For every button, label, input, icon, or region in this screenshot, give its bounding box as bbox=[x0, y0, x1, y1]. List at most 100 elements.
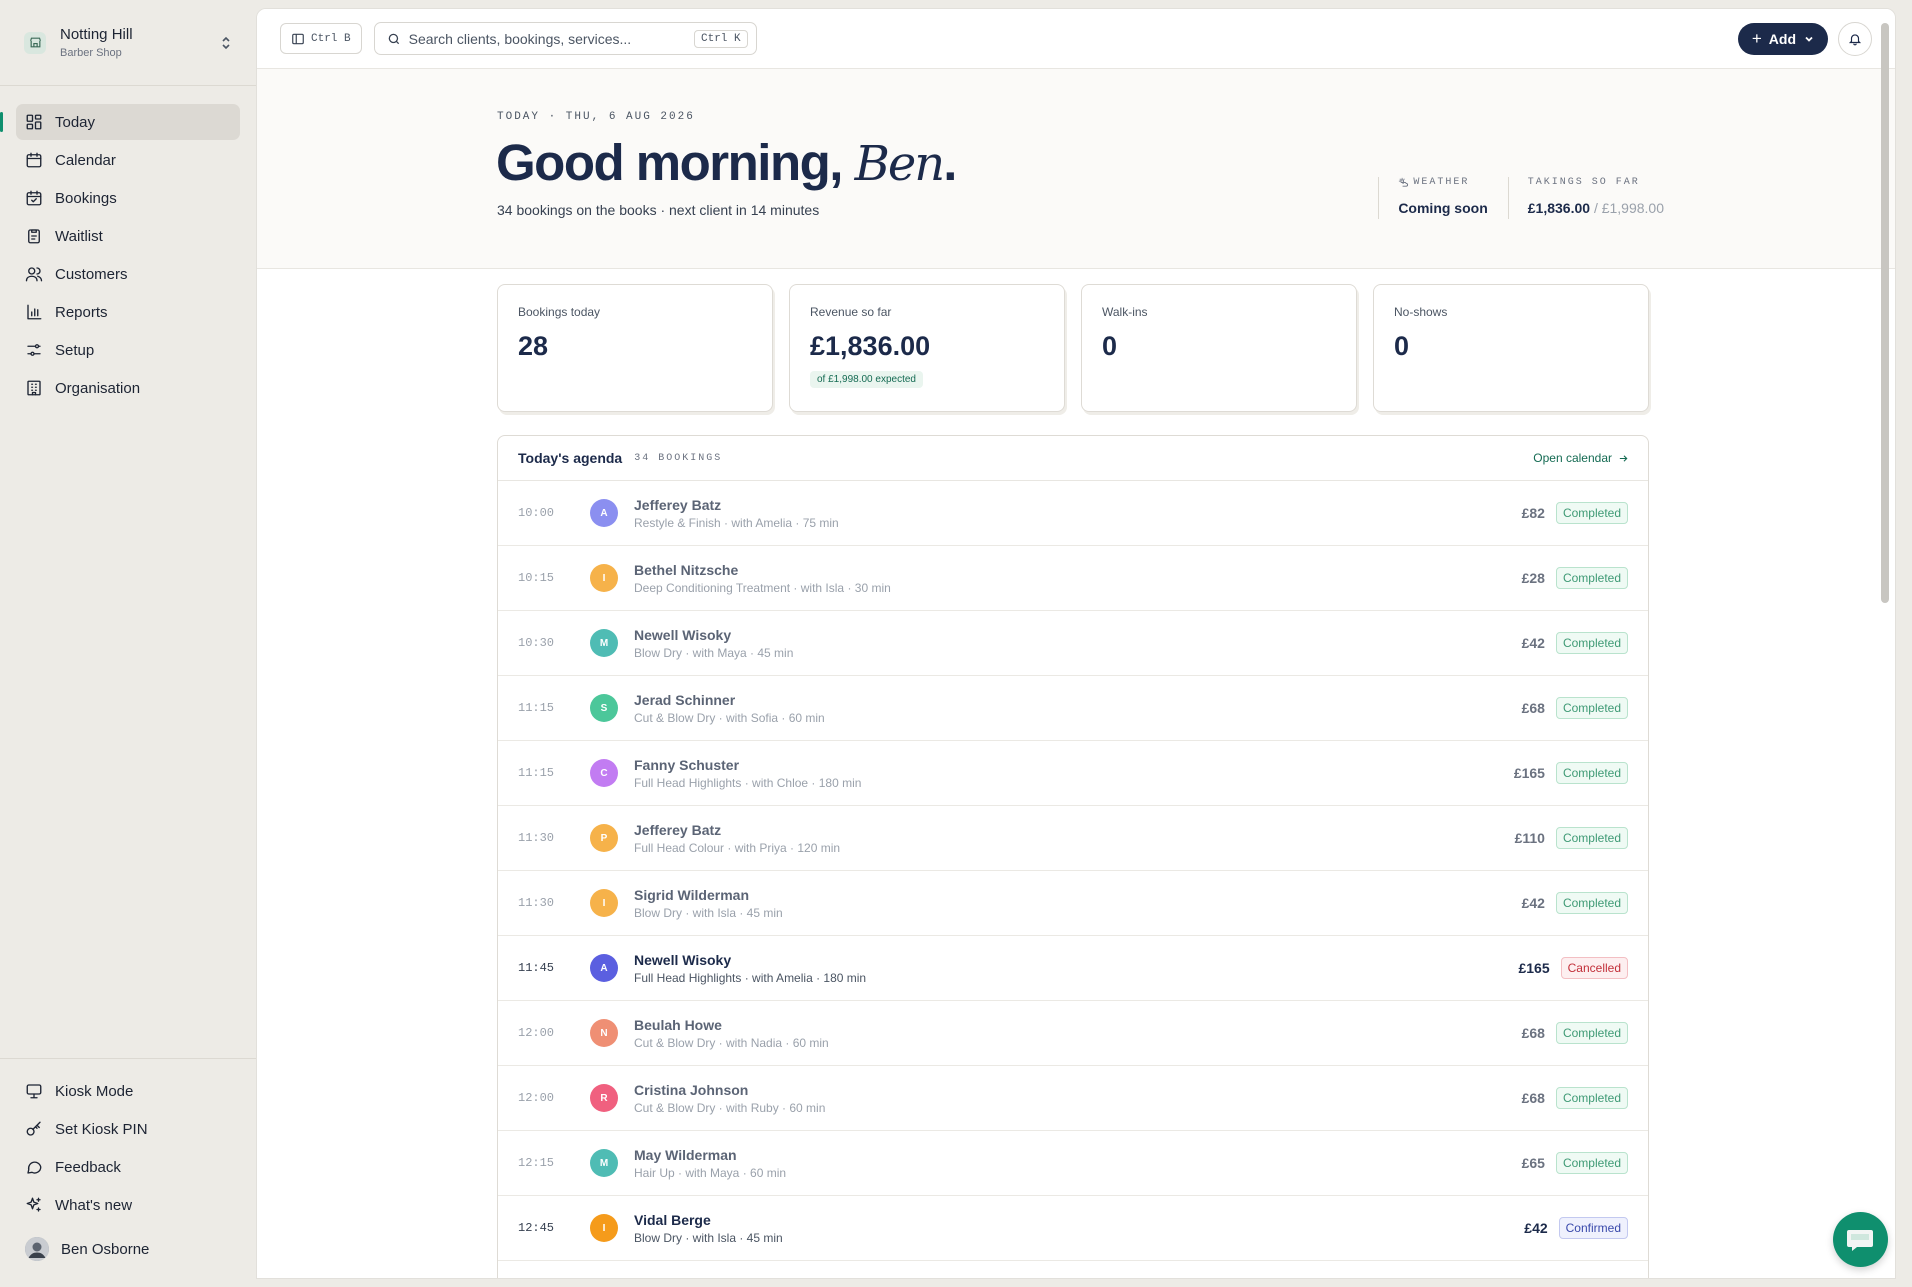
chevron-up-down-icon bbox=[222, 36, 230, 49]
status-badge: Completed bbox=[1555, 827, 1628, 849]
scrollbar[interactable] bbox=[1881, 23, 1889, 603]
booking-time: 10:15 bbox=[518, 571, 555, 585]
main-nav: Today Calendar Bookings Waitlist Customers Re… bbox=[0, 86, 256, 408]
stat-label: Bookings today bbox=[518, 305, 601, 319]
status-badge: Completed bbox=[1555, 632, 1628, 654]
plus-icon: + bbox=[1751, 28, 1762, 48]
sidebar-item-what-s-new[interactable]: What's new bbox=[16, 1187, 240, 1223]
sidebar-item-label: Bookings bbox=[55, 189, 117, 207]
table-row[interactable]: 11:15 S Jerad Schinner Cut & Blow Dry · wit… bbox=[498, 676, 1648, 741]
dashboard-icon bbox=[26, 114, 42, 130]
sidebar-item-kiosk-mode[interactable]: Kiosk Mode bbox=[16, 1073, 240, 1109]
table-row[interactable]: 12:00 N Beulah Howe Cut & Blow Dry · with N… bbox=[498, 1001, 1648, 1066]
client-name: May Wilderman bbox=[634, 1146, 737, 1163]
weather-label: WEATHER bbox=[1413, 177, 1470, 188]
table-row[interactable]: 11:45 A Newell Wisoky Full Head Highlights … bbox=[498, 936, 1648, 1001]
sidebar-item-customers[interactable]: Customers bbox=[16, 256, 240, 292]
chevron-down-icon bbox=[1805, 36, 1813, 42]
client-name: Newell Wisoky bbox=[634, 626, 732, 643]
sidebar-item-today[interactable]: Today bbox=[0, 104, 240, 140]
building-icon bbox=[27, 380, 41, 396]
booking-time: 11:45 bbox=[518, 961, 555, 975]
service-details: Cut & Blow Dry · with Sofia · 60 min bbox=[634, 710, 825, 725]
chat-button[interactable] bbox=[1833, 1212, 1888, 1267]
search-input[interactable] bbox=[408, 30, 694, 47]
table-row[interactable]: 10:15 I Bethel Nitzsche Deep Conditioning T… bbox=[498, 546, 1648, 611]
clipboard-icon bbox=[28, 229, 40, 244]
staff-avatar: A bbox=[590, 499, 618, 527]
table-row[interactable]: 12:00 R Cristina Johnson Cut & Blow Dry · w… bbox=[498, 1066, 1648, 1131]
service-details: Deep Conditioning Treatment · with Isla … bbox=[634, 580, 891, 595]
booking-price: £42 bbox=[1521, 635, 1545, 651]
status-badge: Completed bbox=[1555, 1152, 1628, 1174]
takings-stat: TAKINGS SO FAR £1,836.00 / £1,998.00 bbox=[1507, 177, 1664, 219]
service-details: Restyle & Finish · with Amelia · 75 min bbox=[634, 515, 839, 530]
client-name: Fanny Schuster bbox=[634, 756, 740, 773]
table-row[interactable]: 11:30 I Sigrid Wilderman Blow Dry · with Is… bbox=[498, 871, 1648, 936]
chat-icon bbox=[1846, 1229, 1873, 1251]
table-row[interactable]: 11:15 C Fanny Schuster Full Head Highlights… bbox=[498, 741, 1648, 806]
service-details: Cut & Blow Dry · with Ruby · 60 min bbox=[634, 1100, 826, 1115]
search-icon bbox=[388, 33, 399, 44]
users-icon bbox=[25, 267, 43, 282]
booking-time: 10:30 bbox=[518, 636, 555, 650]
notifications-button[interactable] bbox=[1838, 21, 1872, 56]
staff-avatar: N bbox=[590, 1019, 618, 1047]
table-row[interactable]: 10:00 A Jefferey Batz Restyle & Finish · wi… bbox=[498, 481, 1648, 546]
table-row[interactable]: 11:30 P Jefferey Batz Full Head Colour · wi… bbox=[498, 806, 1648, 871]
booking-price: £165 bbox=[1518, 960, 1550, 976]
booking-time: 11:15 bbox=[518, 766, 555, 780]
service-details: Cut & Blow Dry · with Nadia · 60 min bbox=[634, 1035, 829, 1050]
agenda-count: 34 BOOKINGS bbox=[634, 452, 723, 464]
status-badge: Cancelled bbox=[1560, 957, 1628, 979]
search-box[interactable]: Ctrl K bbox=[373, 22, 757, 55]
sidebar-item-label: Setup bbox=[55, 341, 95, 359]
status-badge: Completed bbox=[1555, 502, 1628, 524]
booking-time: 12:15 bbox=[518, 1156, 555, 1170]
service-details: Hair Up · with Maya · 60 min bbox=[634, 1165, 787, 1180]
takings-value: £1,836.00 bbox=[1527, 200, 1591, 216]
sidebar-item-setup[interactable]: Setup bbox=[16, 332, 240, 368]
bell-icon bbox=[1848, 33, 1862, 45]
takings-label: TAKINGS SO FAR bbox=[1527, 177, 1640, 188]
status-badge: Completed bbox=[1555, 1022, 1628, 1044]
sidebar-item-set-kiosk-pin[interactable]: Set Kiosk PIN bbox=[16, 1111, 240, 1147]
sidebar-item-calendar[interactable]: Calendar bbox=[16, 142, 240, 178]
date-eyebrow: TODAY · THU, 6 AUG 2026 bbox=[497, 111, 695, 123]
store-icon bbox=[24, 31, 46, 54]
staff-avatar: R bbox=[590, 1084, 618, 1112]
sidebar-item-waitlist[interactable]: Waitlist bbox=[16, 218, 240, 254]
booking-time: 12:00 bbox=[518, 1091, 555, 1105]
staff-avatar: A bbox=[590, 954, 618, 982]
sidebar-item-reports[interactable]: Reports bbox=[16, 294, 240, 330]
org-switcher[interactable]: Notting Hill Barber Shop bbox=[0, 0, 256, 86]
sliders-icon bbox=[27, 344, 41, 356]
table-row[interactable]: 12:45 I Vidal Berge Blow Dry · with Isla · … bbox=[498, 1196, 1648, 1261]
staff-avatar: I bbox=[590, 889, 618, 917]
toggle-sidebar-button[interactable]: Ctrl B bbox=[280, 23, 362, 54]
table-row[interactable]: 10:30 M Newell Wisoky Blow Dry · with Maya … bbox=[498, 611, 1648, 676]
sidebar-item-organisation[interactable]: Organisation bbox=[16, 370, 240, 406]
booking-price: £82 bbox=[1521, 505, 1545, 521]
monitor-icon bbox=[26, 1084, 42, 1099]
open-calendar-link[interactable]: Open calendar bbox=[1533, 451, 1629, 465]
booking-price: £68 bbox=[1521, 700, 1545, 716]
open-calendar-label: Open calendar bbox=[1533, 451, 1612, 465]
service-details: Blow Dry · with Maya · 45 min bbox=[634, 645, 794, 660]
user-menu[interactable]: Ben Osborne bbox=[16, 1229, 240, 1269]
hero-stats: WEATHER Coming soon TAKINGS SO FAR £1,83… bbox=[1358, 177, 1664, 219]
add-label: Add bbox=[1768, 30, 1796, 47]
table-row[interactable]: 12:15 M May Wilderman Hair Up · with Maya ·… bbox=[498, 1131, 1648, 1196]
booking-time: 12:00 bbox=[518, 1026, 555, 1040]
sidebar: Notting Hill Barber Shop Today Calendar Bo… bbox=[0, 0, 256, 1287]
booking-price: £110 bbox=[1514, 830, 1545, 846]
sidebar-item-bookings[interactable]: Bookings bbox=[16, 180, 240, 216]
stat-card-walk-ins: Walk-ins 0 bbox=[1081, 284, 1357, 412]
sparkles-icon bbox=[26, 1197, 41, 1212]
sidebar-shortcut: Ctrl B bbox=[311, 32, 351, 45]
user-name: Ben Osborne bbox=[61, 1240, 150, 1258]
booking-price: £42 bbox=[1521, 895, 1545, 911]
sidebar-item-label: Customers bbox=[55, 265, 128, 283]
sidebar-item-feedback[interactable]: Feedback bbox=[16, 1149, 240, 1185]
add-button[interactable]: + Add bbox=[1737, 22, 1828, 55]
